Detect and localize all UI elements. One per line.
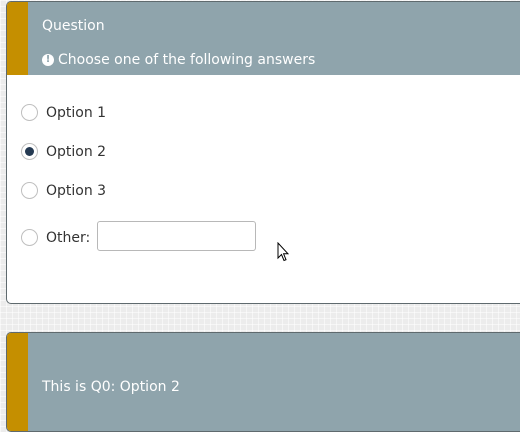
option-3[interactable]: Option 3 <box>21 182 106 199</box>
option-other-label: Other: <box>46 229 91 246</box>
option-2-label: Option 2 <box>46 143 107 160</box>
question-title: Question <box>42 18 105 34</box>
question-card: Question ! Choose one of the following a… <box>6 1 520 304</box>
option-other-radio[interactable] <box>21 229 38 246</box>
option-1[interactable]: Option 1 <box>21 104 106 121</box>
result-text: This is Q0: Option 2 <box>42 379 180 395</box>
question-accent-bar <box>7 2 28 75</box>
option-1-radio[interactable] <box>21 104 38 121</box>
option-2[interactable]: Option 2 <box>21 143 106 160</box>
question-help-text: Choose one of the following answers <box>58 52 316 68</box>
question-header: Question ! Choose one of the following a… <box>7 2 520 75</box>
mouse-pointer-icon <box>277 242 289 262</box>
other-text-input[interactable] <box>97 221 256 251</box>
option-3-label: Option 3 <box>46 182 107 199</box>
option-1-label: Option 1 <box>46 104 107 121</box>
option-2-radio[interactable] <box>21 143 38 160</box>
result-header: This is Q0: Option 2 <box>7 333 520 431</box>
result-card: This is Q0: Option 2 <box>6 332 520 432</box>
result-accent-bar <box>7 333 28 431</box>
question-help: ! Choose one of the following answers <box>42 52 315 68</box>
option-other[interactable]: Other: <box>21 229 90 246</box>
exclamation-circle-icon: ! <box>42 54 54 66</box>
option-3-radio[interactable] <box>21 182 38 199</box>
